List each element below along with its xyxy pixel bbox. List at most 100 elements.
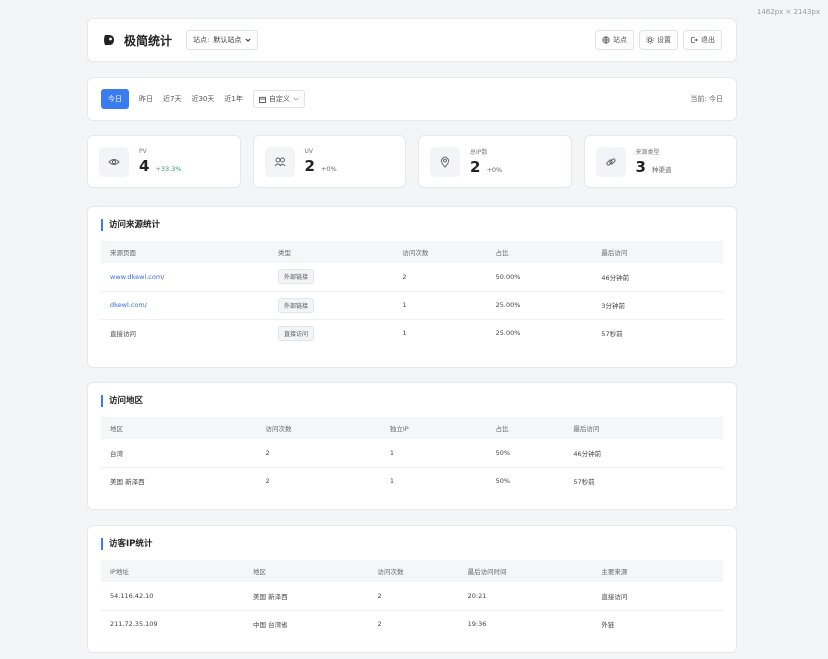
top-header: 极简统计 站点: 默认站点 站点 设置 退出 (87, 18, 737, 62)
column-header: 最后访问 (592, 241, 723, 263)
tab-30-days[interactable]: 近30天 (191, 90, 214, 108)
region-table: 地区 访问次数 独立IP 占比 最后访问 台湾 2 1 50% 46分钟前 美国… (101, 417, 723, 495)
ip-table: IP地址 地区 访问次数 最后访问时间 主要来源 54.116.42.10 美国… (101, 560, 723, 638)
logout-button-label: 退出 (701, 36, 715, 44)
section-title: 访问来源统计 (101, 219, 723, 231)
location-icon (430, 146, 460, 177)
custom-range-label: 自定义 (268, 95, 290, 103)
table-cell: 台湾 (101, 439, 257, 468)
logout-button[interactable]: 退出 (683, 30, 722, 50)
table-row: 54.116.42.10 美国 新泽西 2 20:21 直接访问 (101, 582, 723, 611)
site-button-label: 站点 (613, 36, 627, 44)
logout-icon (691, 37, 698, 43)
table-row: www.dkewl.com/ 外部链接 2 50.00% 46分钟前 (101, 263, 723, 292)
column-header: 最后访问 (564, 417, 723, 439)
ip-stats-panel: 访客IP统计 IP地址 地区 访问次数 最后访问时间 主要来源 54.116.4… (87, 525, 737, 653)
table-cell: 25.00% (486, 291, 593, 320)
table-cell: 54.116.42.10 (101, 582, 245, 611)
table-cell: 外链 (601, 621, 615, 630)
table-row: 美国 新泽西 2 1 50% 57秒前 (101, 467, 723, 495)
table-cell: 50% (486, 439, 565, 468)
source-table: 来源页面 类型 访问次数 占比 最后访问 www.dkewl.com/ 外部链接… (101, 241, 723, 347)
column-header: IP地址 (101, 560, 245, 582)
stat-value: 2 (304, 157, 315, 175)
custom-range-select[interactable]: 自定义 (252, 90, 305, 108)
table-cell: 直接访问 (110, 330, 136, 339)
app-title: 极简统计 (124, 33, 173, 48)
table-cell: 46分钟前 (564, 439, 723, 468)
type-tag: 外部链接 (277, 297, 314, 313)
stat-delta: +0% (320, 165, 337, 173)
settings-button-label: 设置 (657, 36, 671, 44)
table-cell: 2 (256, 439, 381, 468)
gear-icon (646, 36, 654, 44)
link-icon (595, 146, 626, 177)
table-cell: 50.00% (486, 263, 593, 292)
settings-button[interactable]: 设置 (639, 30, 678, 50)
table-cell: 211.72.35.109 (110, 620, 158, 629)
table-cell: 美国 新泽西 (110, 478, 145, 487)
column-header: 来源页面 (101, 241, 269, 263)
users-icon (264, 146, 295, 177)
column-header: 占比 (486, 417, 565, 439)
stat-value: 2 (470, 158, 481, 176)
column-header: 类型 (268, 241, 394, 263)
table-cell: 1 (380, 439, 487, 468)
table-cell: 19:36 (467, 620, 487, 629)
table-cell: 1 (389, 477, 395, 486)
column-header: 访问次数 (256, 417, 381, 439)
table-cell: 57秒前 (601, 330, 623, 339)
tab-yesterday[interactable]: 昨日 (139, 90, 153, 108)
globe-icon (602, 36, 610, 44)
column-header: 最后访问时间 (458, 560, 593, 582)
table-cell: 1 (402, 329, 407, 338)
source-stats-panel: 访问来源统计 来源页面 类型 访问次数 占比 最后访问 www.dkewl.co… (87, 206, 737, 368)
source-link[interactable]: dkewl.com/ (110, 301, 147, 309)
source-link[interactable]: www.dkewl.com/ (110, 273, 164, 281)
stat-value: 3 (635, 158, 646, 176)
eye-icon (99, 146, 129, 177)
table-cell: 46分钟前 (592, 263, 723, 292)
chevron-down-icon (293, 97, 299, 101)
stat-delta: +0% (486, 166, 503, 174)
calendar-icon (258, 96, 266, 103)
stat-value: 4 (139, 157, 150, 175)
table-cell: 2 (377, 620, 382, 629)
tab-today[interactable]: 今日 (101, 89, 129, 109)
stat-label: 总IP数 (470, 149, 488, 156)
section-title: 访客IP统计 (101, 538, 723, 550)
tab-1-year[interactable]: 近1年 (224, 90, 242, 108)
stats-row: PV 4 +33.3% UV 2 +0% 总IP数 2 +0% 来源类型 3 种… (87, 135, 737, 188)
stat-delta: 种渠道 (651, 166, 672, 174)
table-cell: 50% (495, 477, 511, 486)
column-header: 占比 (486, 241, 593, 263)
current-range-text: 当前: 今日 (690, 95, 723, 103)
stat-card-sources: 来源类型 3 种渠道 (583, 135, 737, 188)
column-header: 地区 (101, 417, 257, 439)
site-select-value: 默认站点 (213, 36, 242, 44)
stat-card-ip: 总IP数 2 +0% (418, 135, 572, 188)
table-row: dkewl.com/ 外部链接 1 25.00% 3分钟前 (101, 291, 723, 320)
table-cell: 1 (393, 291, 487, 320)
stat-card-uv: UV 2 +0% (252, 135, 406, 188)
table-row: 211.72.35.109 中国 台湾省 2 19:36 外链 (101, 610, 723, 638)
table-cell: 25.00% (495, 329, 521, 338)
site-select-label: 站点: (193, 36, 210, 44)
table-cell: 3分钟前 (592, 291, 723, 320)
table-cell: 2 (393, 263, 487, 292)
site-button[interactable]: 站点 (595, 30, 634, 50)
table-cell: 直接访问 (592, 582, 723, 611)
stat-label: 来源类型 (635, 149, 660, 156)
table-cell: 2 (265, 477, 270, 486)
logo-icon (102, 33, 116, 47)
column-header: 访问次数 (393, 241, 487, 263)
column-header: 主要来源 (592, 560, 723, 582)
stat-card-pv: PV 4 +33.3% (87, 135, 241, 188)
column-header: 地区 (244, 560, 369, 582)
site-select[interactable]: 站点: 默认站点 (186, 30, 259, 50)
stat-label: PV (139, 148, 147, 155)
section-title: 访问地区 (101, 395, 723, 407)
table-cell: 中国 台湾省 (253, 621, 288, 630)
tab-7-days[interactable]: 近7天 (163, 90, 181, 108)
stat-label: UV (304, 148, 314, 155)
